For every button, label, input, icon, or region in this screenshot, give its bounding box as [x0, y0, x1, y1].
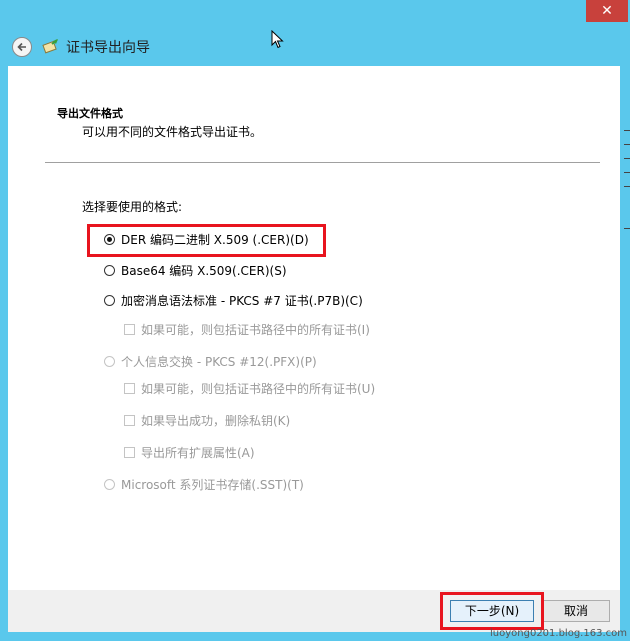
option-pkcs12-label: 个人信息交换 - PKCS #12(.PFX)(P): [121, 355, 317, 369]
option-base64-label: Base64 编码 X.509(.CER)(S): [121, 264, 287, 278]
certificate-wizard-icon: [42, 39, 58, 54]
format-prompt: 选择要使用的格式:: [82, 200, 183, 214]
back-button[interactable]: [12, 37, 32, 57]
back-arrow-icon: [17, 42, 26, 52]
option-pkcs7-label: 加密消息语法标准 - PKCS #7 证书(.P7B)(C): [121, 294, 363, 308]
checkbox-pkcs12-include-all[interactable]: [124, 383, 135, 394]
page-heading: 导出文件格式: [57, 107, 123, 120]
highlight-next-button: [440, 592, 544, 630]
checkbox-export-extended[interactable]: [124, 447, 135, 458]
window-title: 证书导出向导: [66, 40, 150, 56]
highlight-der-option: [87, 224, 326, 257]
mouse-cursor-icon: [271, 30, 284, 49]
edge-marks: [624, 130, 630, 310]
radio-sst[interactable]: [104, 479, 115, 490]
checkbox-delete-private-key[interactable]: [124, 415, 135, 426]
header-divider: [45, 162, 600, 163]
radio-base64[interactable]: [104, 265, 115, 276]
radio-pkcs12[interactable]: [104, 356, 115, 367]
option-sst-label: Microsoft 系列证书存储(.SST)(T): [121, 478, 304, 492]
checkbox-pkcs7-include-all[interactable]: [124, 324, 135, 335]
option-export-extended-label: 导出所有扩展属性(A): [141, 446, 255, 460]
page-subheading: 可以用不同的文件格式导出证书。: [82, 125, 263, 139]
watermark: luoyong0201.blog.163.com: [490, 628, 627, 639]
close-button[interactable]: ✕: [586, 0, 628, 22]
cancel-button[interactable]: 取消: [542, 600, 610, 622]
radio-pkcs7[interactable]: [104, 295, 115, 306]
option-delete-private-key-label: 如果导出成功，删除私钥(K): [141, 414, 291, 428]
option-pkcs7-include-all-label: 如果可能，则包括证书路径中的所有证书(I): [141, 323, 370, 337]
option-pkcs12-include-all-label: 如果可能，则包括证书路径中的所有证书(U): [141, 382, 376, 396]
